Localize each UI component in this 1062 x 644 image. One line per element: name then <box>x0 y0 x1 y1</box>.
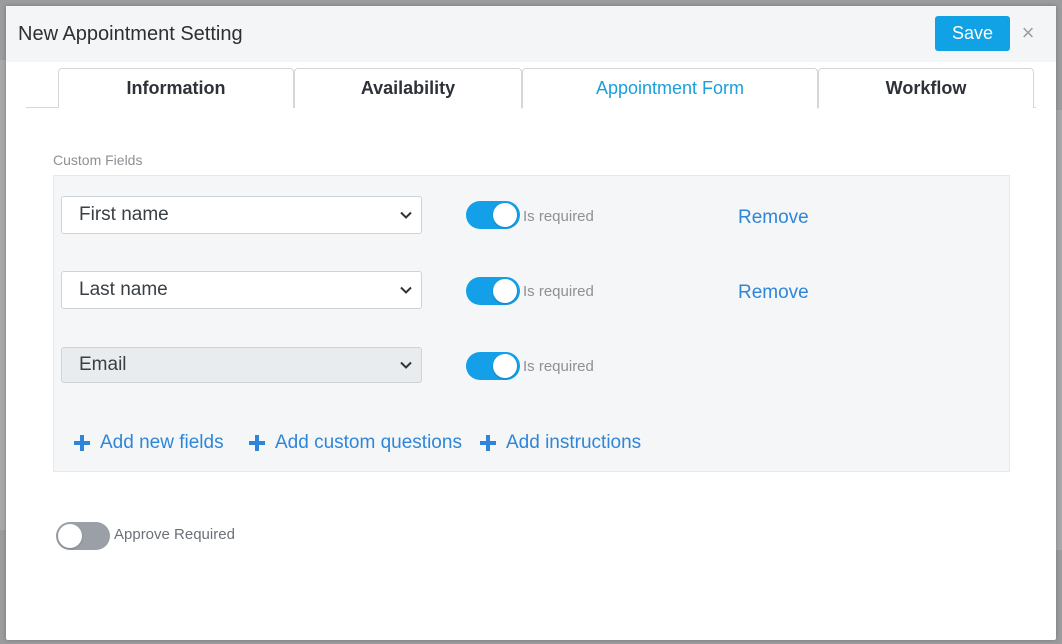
plus-icon <box>480 435 496 451</box>
chevron-down-icon <box>399 348 413 382</box>
required-label: Is required <box>523 283 594 300</box>
required-toggle-first-name[interactable] <box>466 201 520 229</box>
tab-appointment-form[interactable]: Appointment Form <box>522 68 818 109</box>
add-instructions-link[interactable]: Add instructions <box>480 432 641 454</box>
add-custom-questions-link[interactable]: Add custom questions <box>249 432 462 454</box>
save-button[interactable]: Save <box>935 16 1010 51</box>
field-select-value: Last name <box>79 279 168 300</box>
field-select-value: First name <box>79 204 169 225</box>
tab-information[interactable]: Information <box>58 68 294 108</box>
field-select-last-name[interactable]: Last name <box>61 271 422 309</box>
plus-icon <box>74 435 90 451</box>
add-new-fields-label: Add new fields <box>100 432 224 453</box>
tab-bar: Information Availability Appointment For… <box>26 68 1036 109</box>
remove-last-name-link[interactable]: Remove <box>738 282 809 304</box>
custom-fields-panel: First name Is required Remove Last name … <box>53 175 1010 472</box>
toggle-knob <box>493 279 517 303</box>
field-select-first-name[interactable]: First name <box>61 196 422 234</box>
custom-fields-label: Custom Fields <box>53 152 143 168</box>
appointment-setting-modal: New Appointment Setting Save × Informati… <box>6 6 1056 640</box>
approve-required-label: Approve Required <box>114 526 235 543</box>
chevron-down-icon <box>399 272 413 308</box>
toggle-knob <box>58 524 82 548</box>
add-new-fields-link[interactable]: Add new fields <box>74 432 224 454</box>
field-select-value: Email <box>79 354 127 375</box>
tab-availability[interactable]: Availability <box>294 68 522 108</box>
modal-header: New Appointment Setting Save × <box>6 6 1056 62</box>
required-toggle-last-name[interactable] <box>466 277 520 305</box>
required-label: Is required <box>523 358 594 375</box>
field-select-email: Email <box>61 347 422 383</box>
required-label: Is required <box>523 208 594 225</box>
remove-first-name-link[interactable]: Remove <box>738 207 809 229</box>
add-custom-questions-label: Add custom questions <box>275 432 462 453</box>
add-instructions-label: Add instructions <box>506 432 642 453</box>
modal-title: New Appointment Setting <box>18 23 243 45</box>
plus-icon <box>249 435 265 451</box>
required-toggle-email[interactable] <box>466 352 520 380</box>
toggle-knob <box>493 354 517 378</box>
toggle-knob <box>493 203 517 227</box>
tab-workflow[interactable]: Workflow <box>818 68 1034 108</box>
approve-required-toggle[interactable] <box>56 522 110 550</box>
close-icon[interactable]: × <box>1018 20 1038 46</box>
chevron-down-icon <box>399 197 413 233</box>
